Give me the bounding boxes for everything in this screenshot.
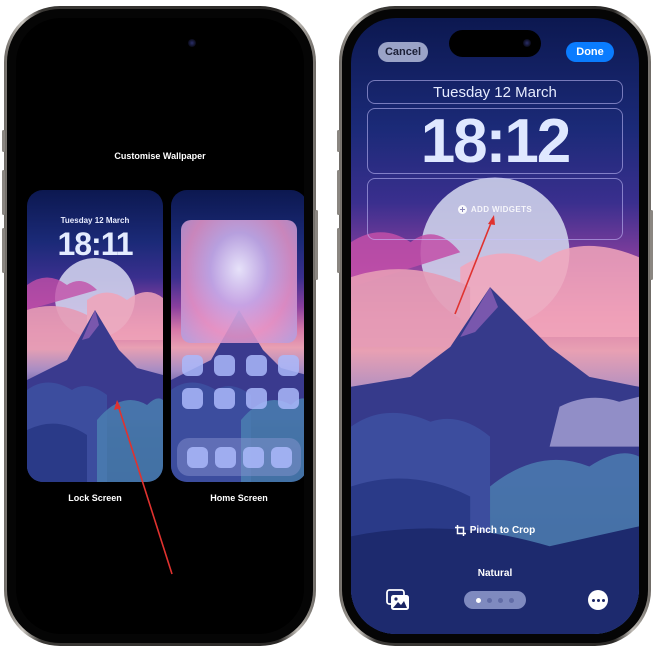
page-dot-active[interactable] <box>476 597 481 603</box>
add-widgets-label: ADD WIDGETS <box>470 204 533 214</box>
app-icon <box>182 355 203 376</box>
dock-icon <box>186 446 208 468</box>
more-options-button[interactable] <box>588 590 608 610</box>
ellipsis-dot <box>601 598 605 602</box>
dock-icon <box>214 446 236 468</box>
front-camera <box>523 39 531 47</box>
done-button[interactable]: Done <box>566 42 614 62</box>
left-phone: Customise Wallpaper Tuesday 12 March 18:… <box>4 6 316 646</box>
editor-bottom-bar <box>351 588 639 612</box>
cancel-button[interactable]: Cancel <box>378 42 428 62</box>
app-icon <box>278 388 299 409</box>
app-icon <box>214 388 235 409</box>
dock <box>177 438 301 476</box>
home-screen-label: Home Screen <box>210 493 268 503</box>
add-widgets-slot[interactable]: ADD WIDGETS <box>367 178 623 240</box>
app-icon <box>182 388 203 409</box>
page-dot[interactable] <box>498 597 503 603</box>
action-button <box>2 130 5 152</box>
page-dot[interactable] <box>487 597 492 603</box>
volume-down-button <box>2 228 5 273</box>
wallpaper-style-name: Natural <box>477 568 513 579</box>
volume-down-button <box>337 228 340 273</box>
phone-bezel: Cancel Done Tuesday 12 March 18:12 ADD W… <box>342 9 648 643</box>
pinch-to-crop-hint: Pinch to Crop <box>351 525 639 536</box>
app-icon <box>246 388 267 409</box>
lock-time: 18:12 <box>420 106 572 176</box>
home-widget-placeholder <box>181 220 297 343</box>
lock-screen-editor: Cancel Done Tuesday 12 March 18:12 ADD W… <box>351 18 639 634</box>
volume-up-button <box>2 170 5 215</box>
page-title: Customise Wallpaper <box>114 151 206 161</box>
crop-hint-label: Pinch to Crop <box>469 525 536 536</box>
ellipsis-dot <box>591 598 595 602</box>
dynamic-island <box>114 30 206 57</box>
app-row <box>182 355 299 376</box>
phone-bezel: Customise Wallpaper Tuesday 12 March 18:… <box>7 9 313 643</box>
lock-screen-label: Lock Screen <box>68 493 122 503</box>
right-phone: Cancel Done Tuesday 12 March 18:12 ADD W… <box>339 6 651 646</box>
style-page-indicator[interactable] <box>464 591 526 609</box>
lock-date: Tuesday 12 March <box>433 83 557 101</box>
customise-wallpaper-screen: Customise Wallpaper Tuesday 12 March 18:… <box>16 18 304 634</box>
crop-icon <box>454 525 466 536</box>
home-screen-preview[interactable] <box>171 190 304 482</box>
dock-icon <box>242 446 264 468</box>
lock-date: Tuesday 12 March <box>60 216 130 225</box>
app-icon <box>214 355 235 376</box>
plus-circle-icon <box>457 204 467 214</box>
front-camera <box>188 39 196 47</box>
lock-time: 18:11 <box>57 226 133 262</box>
photo-library-icon[interactable] <box>386 589 410 611</box>
clock-slot[interactable]: 18:12 <box>367 106 623 176</box>
dynamic-island <box>449 30 541 57</box>
app-icon <box>246 355 267 376</box>
app-row <box>182 388 299 409</box>
power-button <box>315 210 318 280</box>
action-button <box>337 130 340 152</box>
date-widget-slot[interactable]: Tuesday 12 March <box>367 80 623 104</box>
volume-up-button <box>337 170 340 215</box>
page-dot[interactable] <box>509 597 514 603</box>
lock-screen-preview[interactable]: Tuesday 12 March 18:11 <box>27 190 163 482</box>
dock-icon <box>270 446 292 468</box>
app-icon <box>278 355 299 376</box>
ellipsis-dot <box>596 598 600 602</box>
power-button <box>650 210 653 280</box>
